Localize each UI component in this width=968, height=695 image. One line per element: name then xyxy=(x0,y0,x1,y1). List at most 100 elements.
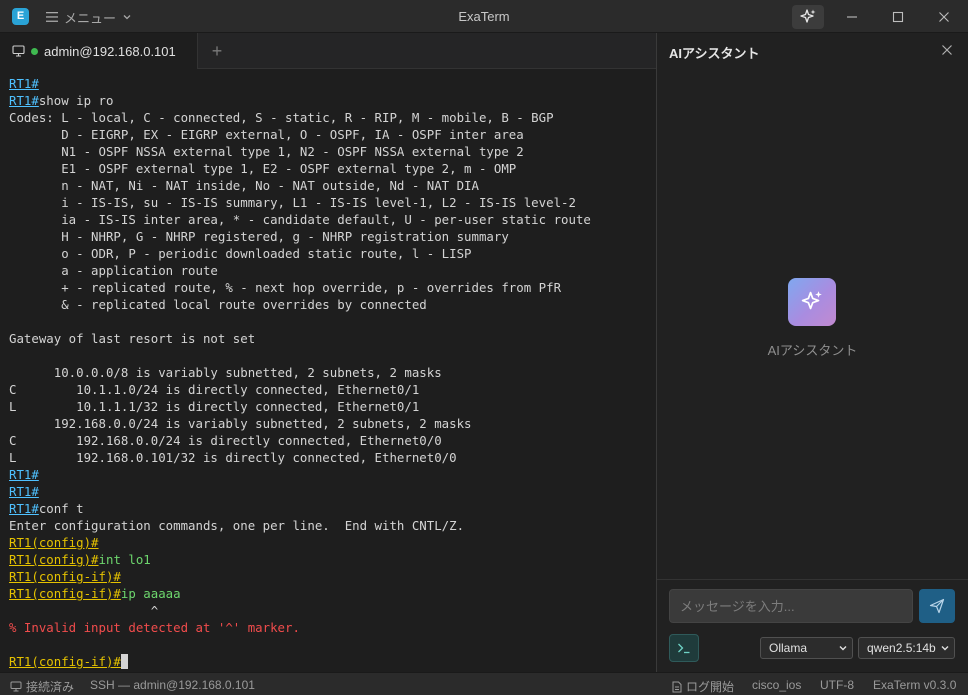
terminal-text: ^ xyxy=(9,603,159,618)
terminal-line: N1 - OSPF NSSA external type 1, N2 - OSP… xyxy=(9,143,656,160)
connected-status-dot xyxy=(31,47,38,55)
terminal-line: Enter configuration commands, one per li… xyxy=(9,517,656,534)
tab-label: admin@192.168.0.101 xyxy=(44,43,176,59)
message-input[interactable] xyxy=(669,589,913,623)
terminal-prompt: RT1# xyxy=(9,93,39,108)
terminal-text: D - EIGRP, EX - EIGRP external, O - OSPF… xyxy=(9,127,524,142)
ai-assistant-panel: AIアシスタント AIアシスタント Ollama qwen2.5:14b xyxy=(657,33,968,672)
terminal-line: a - application route xyxy=(9,262,656,279)
terminal-line: ^ xyxy=(9,602,656,619)
monitor-icon xyxy=(12,45,25,57)
terminal-text: L 10.1.1.1/32 is directly connected, Eth… xyxy=(9,399,420,414)
terminal-line: D - EIGRP, EX - EIGRP external, O - OSPF… xyxy=(9,126,656,143)
terminal-text: i - IS-IS, su - IS-IS summary, L1 - IS-I… xyxy=(9,195,576,210)
terminal-line: Gateway of last resort is not set xyxy=(9,330,656,347)
chevron-down-icon xyxy=(941,646,949,651)
terminal-prompt: RT1(config)# xyxy=(9,552,99,567)
chevron-down-icon xyxy=(123,15,131,20)
terminal-text: Gateway of last resort is not set xyxy=(9,331,256,346)
terminal-line: ia - IS-IS inter area, * - candidate def… xyxy=(9,211,656,228)
terminal-line: C 192.168.0.0/24 is directly connected, … xyxy=(9,432,656,449)
terminal-line: 10.0.0.0/8 is variably subnetted, 2 subn… xyxy=(9,364,656,381)
terminal-text: int lo1 xyxy=(98,552,151,567)
ai-toggle-button[interactable] xyxy=(792,5,824,29)
terminal-icon xyxy=(678,643,690,654)
terminal-text: + - replicated route, % - next hop overr… xyxy=(9,280,562,295)
chevron-down-icon xyxy=(839,646,847,651)
terminal-line: E1 - OSPF external type 1, E2 - OSPF ext… xyxy=(9,160,656,177)
terminal-line: i - IS-IS, su - IS-IS summary, L1 - IS-I… xyxy=(9,194,656,211)
terminal-line: RT1(config-if)# xyxy=(9,568,656,585)
model-value: qwen2.5:14b xyxy=(867,641,936,655)
terminal-text: a - application route xyxy=(9,263,218,278)
provider-select[interactable]: Ollama xyxy=(760,637,853,659)
terminal-line: RT1(config)#int lo1 xyxy=(9,551,656,568)
insert-terminal-button[interactable] xyxy=(669,634,699,662)
connection-status: 接続済み xyxy=(10,678,74,695)
log-start-button[interactable]: ログ開始 xyxy=(672,678,734,695)
terminal-text: % Invalid input detected at '^' marker. xyxy=(9,620,300,635)
terminal-prompt: RT1# xyxy=(9,467,39,482)
monitor-icon xyxy=(10,681,22,692)
terminal-text: n - NAT, Ni - NAT inside, No - NAT outsi… xyxy=(9,178,479,193)
minimize-button[interactable] xyxy=(843,8,861,26)
terminal-text: conf t xyxy=(38,501,84,516)
terminal-prompt: RT1(config-if)# xyxy=(9,569,121,584)
model-select[interactable]: qwen2.5:14b xyxy=(858,637,955,659)
log-start-label: ログ開始 xyxy=(686,680,735,694)
menu-label: メニュー xyxy=(64,10,117,26)
tab-bar: admin@192.168.0.101 + xyxy=(0,33,656,69)
terminal-prompt: RT1(config)# xyxy=(9,535,99,550)
terminal-text: Enter configuration commands, one per li… xyxy=(9,518,465,533)
menu-button[interactable]: メニュー xyxy=(46,8,132,26)
maximize-button[interactable] xyxy=(889,8,907,26)
ai-panel-title: AIアシスタント xyxy=(669,46,760,61)
terminal-line: RT1# xyxy=(9,466,656,483)
terminal-prompt: RT1(config-if)# xyxy=(9,654,121,669)
maximize-icon xyxy=(892,11,904,23)
close-icon[interactable] xyxy=(940,43,954,57)
terminal-text: 10.0.0.0/8 is variably subnetted, 2 subn… xyxy=(9,365,442,380)
terminal-line: RT1(config-if)#ip aaaaa xyxy=(9,585,656,602)
terminal-text: 192.168.0.0/24 is variably subnetted, 2 … xyxy=(9,416,472,431)
terminal-prompt: RT1# xyxy=(9,484,39,499)
terminal-line: n - NAT, Ni - NAT inside, No - NAT outsi… xyxy=(9,177,656,194)
app-version: ExaTerm v0.3.0 xyxy=(873,678,957,692)
title-bar: E メニュー ExaTerm xyxy=(0,0,968,33)
terminal-text: show ip ro xyxy=(38,93,114,108)
app-icon: E xyxy=(12,8,29,25)
encoding: UTF-8 xyxy=(820,678,854,692)
terminal-prompt: RT1# xyxy=(9,501,39,516)
terminal-line: RT1# xyxy=(9,483,656,500)
terminal-text: o - ODR, P - periodic downloaded static … xyxy=(9,246,472,261)
terminal-line: H - NHRP, G - NHRP registered, g - NHRP … xyxy=(9,228,656,245)
terminal-output[interactable]: RT1# RT1#show ip ro Codes: L - local, C - … xyxy=(0,69,656,672)
terminal-line: & - replicated local route overrides by … xyxy=(9,296,656,313)
close-window-button[interactable] xyxy=(935,8,953,26)
status-bar: 接続済み SSH — admin@192.168.0.101 ログ開始 cisc… xyxy=(0,672,968,695)
ai-input-area: Ollama qwen2.5:14b xyxy=(657,579,968,672)
add-tab-button[interactable]: + xyxy=(208,41,226,61)
terminal-line: C 10.1.1.0/24 is directly connected, Eth… xyxy=(9,381,656,398)
close-icon xyxy=(939,12,949,22)
hamburger-icon xyxy=(46,12,58,22)
terminal-line: Codes: L - local, C - connected, S - sta… xyxy=(9,109,656,126)
terminal-text: N1 - OSPF NSSA external type 1, N2 - OSP… xyxy=(9,144,524,159)
terminal-text: C 192.168.0.0/24 is directly connected, … xyxy=(9,433,442,448)
send-icon xyxy=(929,598,945,614)
terminal-line: RT1(config)# xyxy=(9,534,656,551)
send-button[interactable] xyxy=(919,589,955,623)
terminal-line: RT1#show ip ro xyxy=(9,92,656,109)
terminal-line: L 10.1.1.1/32 is directly connected, Eth… xyxy=(9,398,656,415)
ai-panel-header: AIアシスタント xyxy=(657,33,968,69)
terminal-cursor xyxy=(120,654,128,669)
sparkle-icon xyxy=(800,9,816,23)
session-tab[interactable]: admin@192.168.0.101 xyxy=(0,33,198,69)
terminal-line: 192.168.0.0/24 is variably subnetted, 2 … xyxy=(9,415,656,432)
terminal-line: + - replicated route, % - next hop overr… xyxy=(9,279,656,296)
provider-value: Ollama xyxy=(769,641,808,655)
terminal-line: RT1# xyxy=(9,75,656,92)
terminal-line: % Invalid input detected at '^' marker. xyxy=(9,619,656,636)
